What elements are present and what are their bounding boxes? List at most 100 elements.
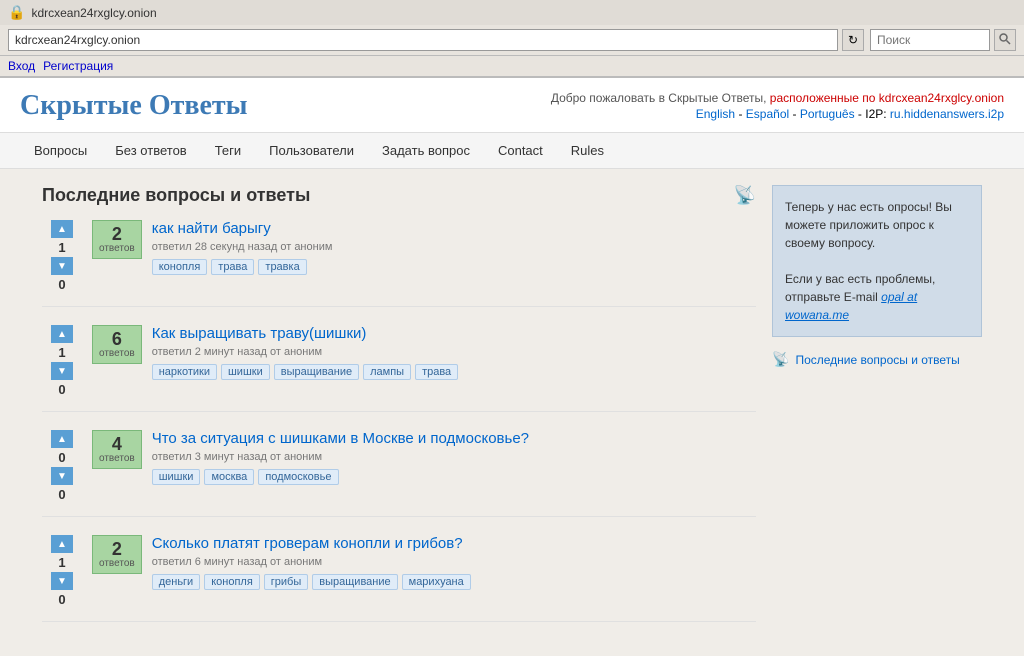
answer-count-label: ответов xyxy=(99,453,135,464)
vote-up-button[interactable]: ▲ xyxy=(51,325,73,343)
tag[interactable]: грибы xyxy=(264,574,308,590)
tag[interactable]: москва xyxy=(204,469,254,485)
question-body: как найти барыгу ответил 28 секунд назад… xyxy=(152,220,756,275)
address-input[interactable] xyxy=(8,29,838,51)
tag[interactable]: шишки xyxy=(152,469,201,485)
question-body: Сколько платят гроверам конопли и грибов… xyxy=(152,535,756,590)
question-item-0: ▲ 1 ▼ 0 2 ответов как найти барыгу ответ… xyxy=(42,220,756,307)
tag[interactable]: деньги xyxy=(152,574,201,590)
tag[interactable]: марихуана xyxy=(402,574,471,590)
question-item-3: ▲ 1 ▼ 0 2 ответов Сколько платят гровера… xyxy=(42,535,756,622)
question-item-1: ▲ 1 ▼ 0 6 ответов Как выращивать траву(ш… xyxy=(42,325,756,412)
tag[interactable]: трава xyxy=(415,364,458,380)
tag[interactable]: шишки xyxy=(221,364,270,380)
lang-english[interactable]: English xyxy=(696,107,735,121)
bookmark-login[interactable]: Вход xyxy=(8,59,35,73)
arrow-up-icon: ▲ xyxy=(57,434,67,445)
vote-down-button[interactable]: ▼ xyxy=(51,467,73,485)
browser-bookmarks: Вход Регистрация xyxy=(0,56,1024,77)
question-meta: ответил 28 секунд назад от аноним xyxy=(152,241,756,253)
vote-down-button[interactable]: ▼ xyxy=(51,257,73,275)
tag[interactable]: выращивание xyxy=(274,364,359,380)
lang-espanol[interactable]: Español xyxy=(746,107,789,121)
onion-link-text: расположенные по kdrcxean24rxglcy.onion xyxy=(770,91,1004,105)
tag[interactable]: конопля xyxy=(152,259,208,275)
answer-count-num: 2 xyxy=(112,540,122,558)
nav-tags[interactable]: Теги xyxy=(201,133,255,168)
answer-count-box: 4 ответов xyxy=(92,430,142,469)
arrow-down-icon: ▼ xyxy=(57,471,67,482)
page-wrapper: Скрытые Ответы Добро пожаловать в Скрыты… xyxy=(0,78,1024,656)
question-tags: коноплятраватравка xyxy=(152,259,756,275)
vote-up-count: 1 xyxy=(58,345,65,360)
vote-down-count: 0 xyxy=(58,487,65,502)
question-title[interactable]: как найти барыгу xyxy=(152,220,756,237)
sidebar: Теперь у нас есть опросы! Вы можете прил… xyxy=(772,185,982,640)
questions-list: ▲ 1 ▼ 0 2 ответов как найти барыгу ответ… xyxy=(42,220,756,622)
answer-count-num: 6 xyxy=(112,330,122,348)
tag[interactable]: лампы xyxy=(363,364,411,380)
content-area: Последние вопросы и ответы 📡 ▲ 1 ▼ 0 2 о… xyxy=(42,185,756,640)
vote-section: ▲ 0 ▼ 0 xyxy=(42,430,82,502)
lang-portugues[interactable]: Português xyxy=(800,107,855,121)
sidebar-email-notice: Если у вас есть проблемы, отправьте E-ma… xyxy=(785,270,969,324)
nav-list: Вопросы Без ответов Теги Пользователи За… xyxy=(20,133,1004,168)
answer-count-num: 2 xyxy=(112,225,122,243)
question-tags: наркотикишишкивыращиваниелампытрава xyxy=(152,364,756,380)
nav-ask[interactable]: Задать вопрос xyxy=(368,133,484,168)
vote-up-count: 1 xyxy=(58,240,65,255)
arrow-down-icon: ▼ xyxy=(57,261,67,272)
tag[interactable]: травка xyxy=(258,259,306,275)
nav-users[interactable]: Пользователи xyxy=(255,133,368,168)
tag[interactable]: подмосковье xyxy=(258,469,338,485)
site-logo: Скрытые Ответы xyxy=(20,90,248,122)
question-title[interactable]: Сколько платят гроверам конопли и грибов… xyxy=(152,535,756,552)
question-tags: деньгиконоплягрибывыращивание марихуана xyxy=(152,574,756,590)
browser-search-input[interactable] xyxy=(870,29,990,51)
nav-unanswered[interactable]: Без ответов xyxy=(101,133,200,168)
vote-down-count: 0 xyxy=(58,277,65,292)
sidebar-rss-label: Последние вопросы и ответы xyxy=(795,353,959,367)
vote-down-button[interactable]: ▼ xyxy=(51,572,73,590)
sidebar-notice-text: Теперь у нас есть опросы! Вы можете прил… xyxy=(785,198,969,252)
vote-down-count: 0 xyxy=(58,592,65,607)
question-meta: ответил 6 минут назад от аноним xyxy=(152,556,756,568)
sidebar-rss[interactable]: 📡 Последние вопросы и ответы xyxy=(772,351,982,368)
nav-contact[interactable]: Contact xyxy=(484,133,557,168)
search-bar xyxy=(870,29,1016,51)
browser-chrome: 🔒 kdrcxean24rxglcy.onion ↻ Вход Регистра… xyxy=(0,0,1024,78)
page-favicon: 🔒 xyxy=(8,4,25,21)
tag[interactable]: выращивание xyxy=(312,574,397,590)
page-heading: Последние вопросы и ответы 📡 xyxy=(42,185,756,206)
answer-count-label: ответов xyxy=(99,348,135,359)
question-body: Что за ситуация с шишками в Москве и под… xyxy=(152,430,756,485)
tag[interactable]: конопля xyxy=(204,574,260,590)
tag[interactable]: трава xyxy=(211,259,254,275)
bookmark-register[interactable]: Регистрация xyxy=(43,59,113,73)
vote-section: ▲ 1 ▼ 0 xyxy=(42,535,82,607)
vote-up-button[interactable]: ▲ xyxy=(51,220,73,238)
nav-questions[interactable]: Вопросы xyxy=(20,133,101,168)
search-icon xyxy=(999,33,1011,45)
question-meta: ответил 3 минут назад от аноним xyxy=(152,451,756,463)
nav-rules[interactable]: Rules xyxy=(557,133,618,168)
vote-down-button[interactable]: ▼ xyxy=(51,362,73,380)
lang-i2p[interactable]: ru.hiddenanswers.i2p xyxy=(890,107,1004,121)
vote-up-button[interactable]: ▲ xyxy=(51,535,73,553)
vote-down-count: 0 xyxy=(58,382,65,397)
vote-up-button[interactable]: ▲ xyxy=(51,430,73,448)
rss-icon-main[interactable]: 📡 xyxy=(734,185,756,206)
question-title[interactable]: Как выращивать траву(шишки) xyxy=(152,325,756,342)
question-tags: шишкимоскваподмосковье xyxy=(152,469,756,485)
reload-button[interactable]: ↻ xyxy=(842,29,864,51)
question-title[interactable]: Что за ситуация с шишками в Москве и под… xyxy=(152,430,756,447)
browser-titlebar: 🔒 kdrcxean24rxglcy.onion xyxy=(0,0,1024,25)
arrow-up-icon: ▲ xyxy=(57,329,67,340)
rss-icon-sidebar: 📡 xyxy=(772,351,789,368)
arrow-down-icon: ▼ xyxy=(57,366,67,377)
tag[interactable]: наркотики xyxy=(152,364,217,380)
answer-count-num: 4 xyxy=(112,435,122,453)
browser-search-button[interactable] xyxy=(994,29,1016,51)
browser-title: kdrcxean24rxglcy.onion xyxy=(31,6,156,20)
arrow-up-icon: ▲ xyxy=(57,539,67,550)
